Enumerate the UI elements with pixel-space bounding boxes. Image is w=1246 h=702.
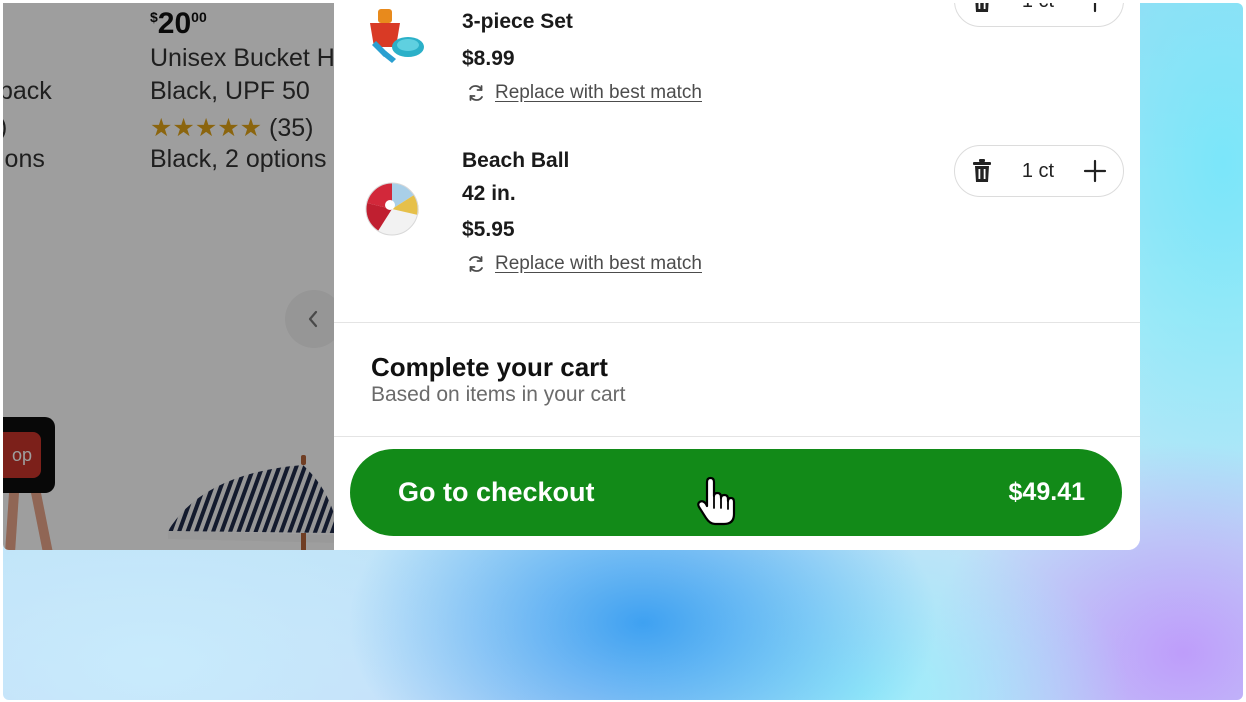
section-divider [334, 436, 1140, 437]
item-name[interactable]: Beach Ball [462, 144, 569, 178]
trash-icon[interactable] [971, 159, 993, 183]
checkout-label: Go to checkout [398, 477, 595, 507]
item-price: $5.95 [462, 218, 515, 241]
section-divider [334, 322, 1140, 323]
replace-with-best-match-link[interactable]: Replace with best match [466, 253, 702, 275]
refresh-icon [469, 256, 483, 272]
complete-your-cart-subtitle: Based on items in your cart [371, 383, 626, 406]
replace-link-label: Replace with best match [495, 253, 702, 274]
modal-overlay[interactable] [3, 3, 334, 550]
complete-your-cart-heading: Complete your cart [371, 352, 608, 382]
store-page-background: pack ) ions $2000 Unisex Bucket H Black,… [3, 3, 334, 550]
quantity-stepper[interactable]: 1 ct [954, 145, 1124, 197]
plus-icon[interactable] [1083, 159, 1107, 183]
quantity-value: 1 ct [1021, 159, 1055, 182]
item-size: 42 in. [462, 182, 516, 205]
product-thumbnail-beach-ball [365, 182, 419, 236]
hand-pointer-cursor [697, 476, 736, 526]
checkout-total: $49.41 [1008, 478, 1085, 506]
cart-item: Beach Ball 42 in. $5.95 Replace with bes… [334, 3, 1140, 303]
cart-drawer: 3-piece Set $8.99 Replace with best matc… [334, 3, 1140, 550]
browser-window: pack ) ions $2000 Unisex Bucket H Black,… [3, 3, 1140, 550]
